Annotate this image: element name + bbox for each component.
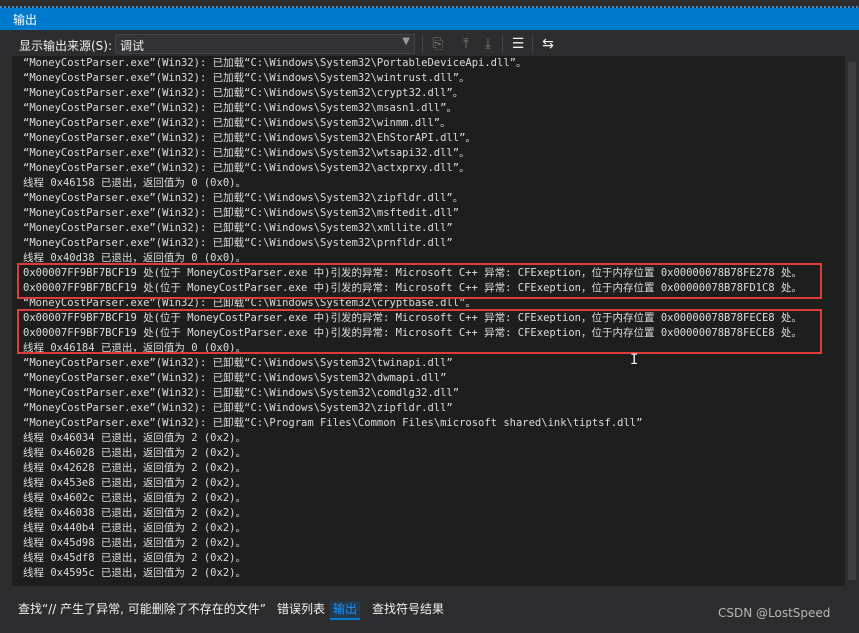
output-line: “MoneyCostParser.exe”(Win32): 已卸载“C:\Win… [23, 207, 460, 219]
output-source-value: 调试 [120, 39, 145, 53]
toolbar-separator [422, 35, 423, 53]
output-line: “MoneyCostParser.exe”(Win32): 已加载“C:\Win… [23, 102, 457, 114]
output-line: “MoneyCostParser.exe”(Win32): 已卸载“C:\Win… [23, 387, 460, 399]
output-text-area[interactable]: “MoneyCostParser.exe”(Win32): 已加载“C:\Win… [12, 56, 845, 586]
output-toolbar: 显示输出来源(S): 调试 ▼ ⎘ ⤒ ⤓ ☰ ⇆ [0, 31, 859, 57]
output-line: “MoneyCostParser.exe”(Win32): 已卸载“C:\Win… [23, 237, 453, 249]
output-line: “MoneyCostParser.exe”(Win32): 已卸载“C:\Win… [23, 357, 453, 369]
output-line: 线程 0x46034 已退出，返回值为 2 (0x2)。 [23, 432, 246, 444]
text-cursor-icon: I [630, 352, 639, 368]
word-wrap-icon[interactable]: ⇆ [537, 34, 559, 54]
output-line: 线程 0x46028 已退出，返回值为 2 (0x2)。 [23, 447, 246, 459]
output-line: “MoneyCostParser.exe”(Win32): 已卸载“C:\Win… [23, 222, 453, 234]
scrollbar-thumb[interactable] [848, 62, 856, 580]
output-panel-titlebar: 输出 [0, 0, 859, 30]
output-line: 线程 0x46158 已退出，返回值为 0 (0x0)。 [23, 177, 246, 189]
title-accent-bar [0, 8, 859, 30]
output-line: 线程 0x4602c 已退出，返回值为 2 (0x2)。 [23, 492, 246, 504]
output-line: “MoneyCostParser.exe”(Win32): 已卸载“C:\Pro… [23, 417, 643, 429]
next-message-icon[interactable]: ⤓ [477, 34, 499, 54]
panel-title: 输出 [13, 13, 38, 27]
output-line: “MoneyCostParser.exe”(Win32): 已卸载“C:\Win… [23, 402, 453, 414]
find-message-icon[interactable]: ⎘ [427, 34, 449, 54]
source-label: 显示输出来源(S): [19, 39, 113, 53]
output-line: 线程 0x440b4 已退出，返回值为 2 (0x2)。 [23, 522, 246, 534]
bottom-tab-1[interactable]: 错误列表 [274, 601, 328, 618]
output-line: “MoneyCostParser.exe”(Win32): 已加载“C:\Win… [23, 147, 470, 159]
vertical-scrollbar[interactable] [845, 56, 859, 586]
title-grip[interactable] [0, 6, 859, 8]
prev-message-icon[interactable]: ⤒ [455, 34, 477, 54]
output-line: 线程 0x453e8 已退出，返回值为 2 (0x2)。 [23, 477, 246, 489]
bottom-tab-3[interactable]: 查找符号结果 [369, 601, 447, 618]
output-line: “MoneyCostParser.exe”(Win32): 已加载“C:\Win… [23, 117, 451, 129]
output-line: 线程 0x42628 已退出，返回值为 2 (0x2)。 [23, 462, 246, 474]
output-line: “MoneyCostParser.exe”(Win32): 已卸载“C:\Win… [23, 372, 447, 384]
output-line: 线程 0x4595c 已退出，返回值为 2 (0x2)。 [23, 567, 246, 579]
output-line: “MoneyCostParser.exe”(Win32): 已加载“C:\Win… [23, 72, 470, 84]
watermark: CSDN @LostSpeed [718, 606, 831, 620]
bottom-tab-0[interactable]: 查找“// 产生了异常, 可能删除了不存在的文件” [15, 601, 269, 618]
toolbar-separator [502, 35, 503, 53]
output-line: “MoneyCostParser.exe”(Win32): 已加载“C:\Win… [23, 162, 470, 174]
chevron-down-icon: ▼ [402, 36, 410, 47]
output-line: “MoneyCostParser.exe”(Win32): 已加载“C:\Win… [23, 87, 464, 99]
output-line: 线程 0x45df8 已退出，返回值为 2 (0x2)。 [23, 552, 246, 564]
exception-highlight-box-2 [17, 309, 822, 354]
output-line: “MoneyCostParser.exe”(Win32): 已加载“C:\Win… [23, 57, 527, 69]
output-line: 线程 0x45d98 已退出，返回值为 2 (0x2)。 [23, 537, 246, 549]
output-source-dropdown[interactable]: 调试 ▼ [115, 34, 415, 54]
output-line: “MoneyCostParser.exe”(Win32): 已加载“C:\Win… [23, 192, 464, 204]
output-line: 线程 0x46038 已退出，返回值为 2 (0x2)。 [23, 507, 246, 519]
output-line: “MoneyCostParser.exe”(Win32): 已加载“C:\Win… [23, 132, 476, 144]
clear-all-icon[interactable]: ☰ [507, 34, 529, 54]
bottom-tab-2[interactable]: 输出 [330, 601, 361, 620]
exception-highlight-box-1 [17, 263, 822, 299]
toolbar-separator [532, 35, 533, 53]
